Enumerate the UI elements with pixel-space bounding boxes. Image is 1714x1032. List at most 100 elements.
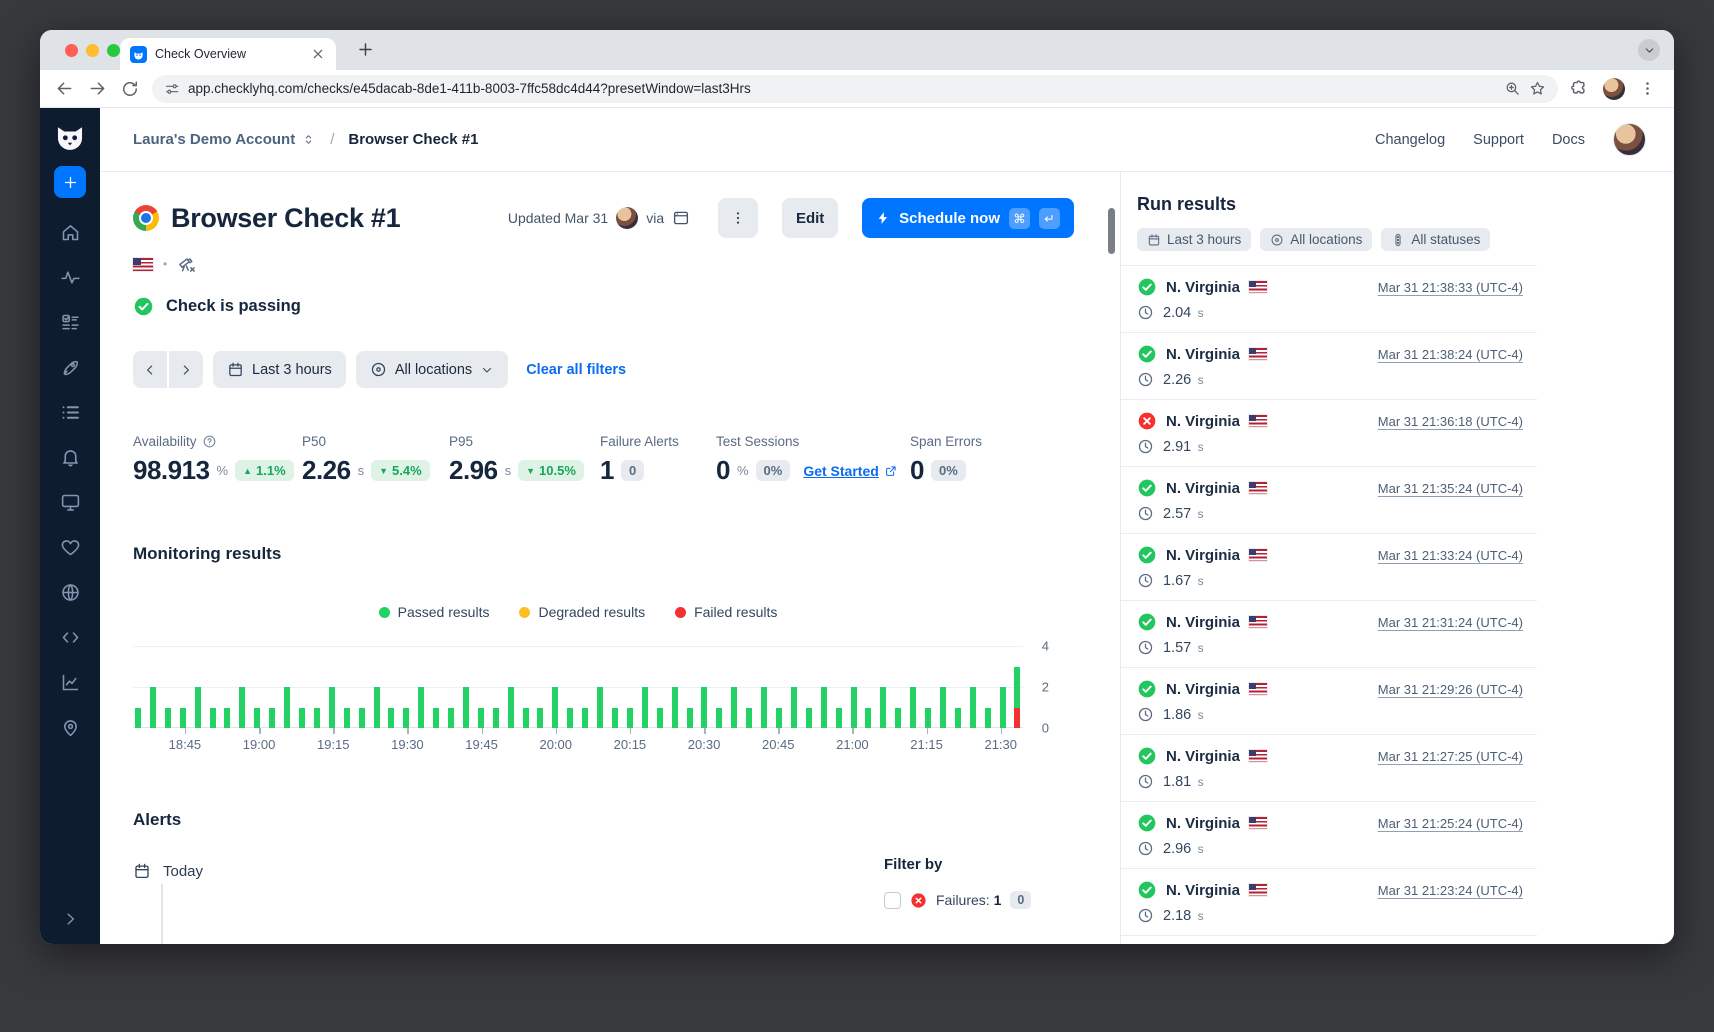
chart-bar[interactable] [851, 687, 857, 728]
chart-bar[interactable] [284, 687, 290, 728]
breadcrumb-account[interactable]: Laura's Demo Account [133, 131, 316, 148]
changelog-link[interactable]: Changelog [1375, 132, 1445, 148]
legend-degraded[interactable]: Degraded results [519, 604, 645, 620]
chart-bar[interactable] [403, 708, 409, 729]
run-result-row[interactable]: N. Virginia Mar 31 21:38:24 (UTC-4) 2.26… [1121, 332, 1537, 399]
chart-bar[interactable] [925, 708, 931, 729]
chart-bar[interactable] [597, 687, 603, 728]
get-started-link[interactable]: Get Started [803, 463, 897, 479]
chart-bar[interactable] [821, 687, 827, 728]
chart-bar[interactable] [359, 708, 365, 729]
tab-search-button[interactable] [1638, 39, 1660, 61]
chart-bar[interactable] [612, 708, 618, 729]
sidebar-item-logs[interactable] [48, 390, 92, 435]
chart-bar[interactable] [761, 687, 767, 728]
tab-close-icon[interactable] [310, 46, 326, 62]
chart-bar[interactable] [165, 708, 171, 729]
run-result-row[interactable]: N. Virginia Mar 31 21:23:24 (UTC-4) 2.18… [1121, 868, 1537, 935]
sidebar-collapse-chevron-icon[interactable] [40, 910, 100, 928]
browser-menu-icon[interactable] [1639, 80, 1656, 97]
chart-bar[interactable] [299, 708, 305, 729]
run-date-link[interactable]: Mar 31 21:35:24 (UTC-4) [1378, 481, 1523, 496]
sidebar-item-checks[interactable] [48, 300, 92, 345]
reload-icon[interactable] [120, 79, 140, 99]
run-result-row[interactable]: N. Virginia Mar 31 21:29:26 (UTC-4) 1.86… [1121, 667, 1537, 734]
chart-bar[interactable] [731, 687, 737, 728]
chart-bar[interactable] [1000, 687, 1006, 728]
chart-bar[interactable] [567, 708, 573, 729]
run-date-link[interactable]: Mar 31 21:29:26 (UTC-4) [1378, 682, 1523, 697]
chart-bar[interactable] [418, 687, 424, 728]
chart-bar[interactable] [716, 708, 722, 729]
run-date-link[interactable]: Mar 31 21:36:18 (UTC-4) [1378, 414, 1523, 429]
sidebar-item-activity[interactable] [48, 255, 92, 300]
locations-filter-button[interactable]: All locations [356, 351, 508, 388]
chart-bar[interactable] [150, 687, 156, 728]
chart-bar[interactable] [895, 708, 901, 729]
chart-bar[interactable] [806, 708, 812, 729]
run-date-link[interactable]: Mar 31 21:38:24 (UTC-4) [1378, 347, 1523, 362]
chart-bar[interactable] [865, 708, 871, 729]
chart-bar[interactable] [239, 687, 245, 728]
updated-by-avatar[interactable] [616, 207, 638, 229]
chart-bar[interactable] [776, 708, 782, 729]
support-link[interactable]: Support [1473, 132, 1524, 148]
chart-bar[interactable] [955, 708, 961, 729]
chart-bar[interactable] [940, 687, 946, 728]
chart-bar[interactable] [374, 687, 380, 728]
chart-bar[interactable] [657, 708, 663, 729]
run-date-link[interactable]: Mar 31 21:38:33 (UTC-4) [1378, 280, 1523, 295]
chart-bar[interactable] [463, 687, 469, 728]
address-bar[interactable]: app.checklyhq.com/checks/e45dacab-8de1-4… [152, 75, 1558, 103]
chart-bar[interactable] [1014, 667, 1020, 729]
chart-bar[interactable] [701, 687, 707, 728]
chart-bar[interactable] [970, 687, 976, 728]
chart-bar[interactable] [627, 708, 633, 729]
chart-bar[interactable] [552, 687, 558, 728]
chart-bar[interactable] [478, 708, 484, 729]
forward-icon[interactable] [87, 78, 108, 99]
schedule-now-button[interactable]: Schedule now ⌘ ↵ [862, 198, 1074, 238]
run-result-row[interactable]: N. Virginia Mar 31 21:21:24 (UTC-4) 2.12… [1121, 935, 1537, 944]
chart-bar[interactable] [135, 708, 141, 729]
chart-bar[interactable] [493, 708, 499, 729]
chart-bar[interactable] [642, 687, 648, 728]
sidebar-item-locations-pin[interactable] [48, 705, 92, 750]
sidebar-item-alerts-bell[interactable] [48, 435, 92, 480]
chart-bar[interactable] [314, 708, 320, 729]
create-new-button[interactable] [54, 166, 86, 198]
user-avatar[interactable] [1613, 123, 1646, 156]
sidebar-item-analytics[interactable] [48, 660, 92, 705]
run-date-link[interactable]: Mar 31 21:25:24 (UTC-4) [1378, 816, 1523, 831]
run-result-row[interactable]: N. Virginia Mar 31 21:38:33 (UTC-4) 2.04… [1121, 265, 1537, 332]
run-result-row[interactable]: N. Virginia Mar 31 21:35:24 (UTC-4) 2.57… [1121, 466, 1537, 533]
browser-profile-avatar[interactable] [1603, 78, 1625, 100]
sidebar-item-home[interactable] [48, 210, 92, 255]
run-result-row[interactable]: N. Virginia Mar 31 21:36:18 (UTC-4) 2.91… [1121, 399, 1537, 466]
chip-time-range[interactable]: Last 3 hours [1137, 228, 1251, 251]
account-switcher-icon[interactable] [301, 132, 316, 147]
chart-bar[interactable] [672, 687, 678, 728]
clear-filters-link[interactable]: Clear all filters [526, 362, 626, 378]
sidebar-item-rocket[interactable] [48, 345, 92, 390]
chart-bar[interactable] [180, 708, 186, 729]
extensions-puzzle-icon[interactable] [1570, 79, 1589, 98]
run-date-link[interactable]: Mar 31 21:27:25 (UTC-4) [1378, 749, 1523, 764]
chart-bar[interactable] [880, 687, 886, 728]
chart-bar[interactable] [537, 708, 543, 729]
run-date-link[interactable]: Mar 31 21:33:24 (UTC-4) [1378, 548, 1523, 563]
edit-button[interactable]: Edit [782, 198, 838, 238]
sidebar-item-snippets-code[interactable] [48, 615, 92, 660]
more-actions-button[interactable] [718, 198, 758, 238]
close-window-button[interactable] [65, 44, 78, 57]
chart-bar[interactable] [210, 708, 216, 729]
run-result-row[interactable]: N. Virginia Mar 31 21:31:24 (UTC-4) 1.57… [1121, 600, 1537, 667]
browser-tab[interactable]: Check Overview [120, 38, 336, 70]
run-date-link[interactable]: Mar 31 21:23:24 (UTC-4) [1378, 883, 1523, 898]
sidebar-item-dashboards[interactable] [48, 480, 92, 525]
site-info-icon[interactable] [164, 81, 180, 97]
chart-bar[interactable] [224, 708, 230, 729]
chart-bar[interactable] [254, 708, 260, 729]
minimize-window-button[interactable] [86, 44, 99, 57]
chart-bar[interactable] [344, 708, 350, 729]
